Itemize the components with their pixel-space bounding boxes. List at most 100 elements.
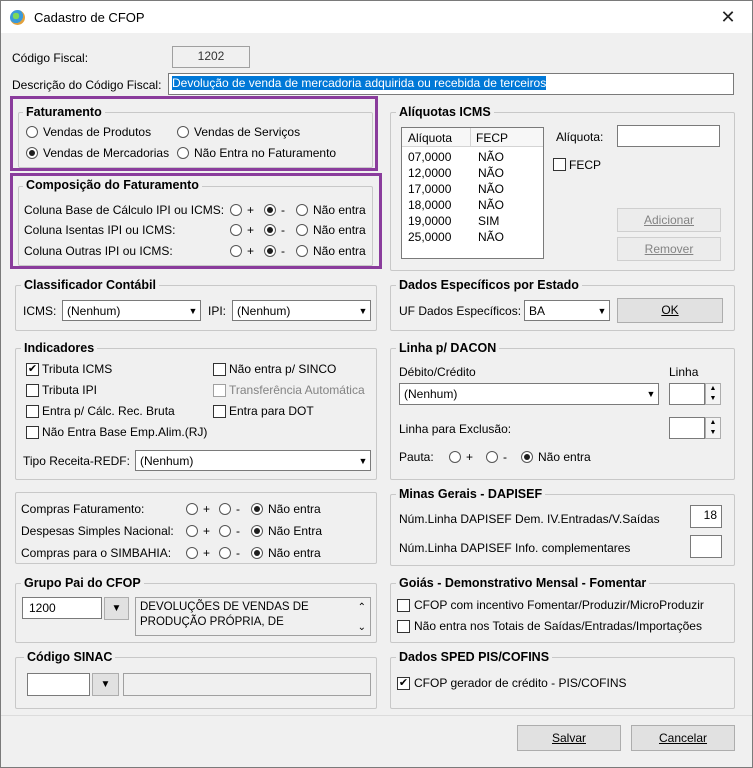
icms-label: ICMS: xyxy=(23,304,57,318)
transferencia-automatica-label: Transferência Automática xyxy=(229,383,365,397)
nao-entra-emp-alim-checkbox[interactable] xyxy=(26,426,39,439)
descricao-label: Descrição do Código Fiscal: xyxy=(12,78,162,92)
linha-spinner[interactable]: ▲ ▼ xyxy=(705,383,721,405)
minas-dem-input[interactable]: 18 xyxy=(690,505,722,528)
exclusao-spinner[interactable]: ▲ ▼ xyxy=(705,417,721,439)
pauta-none-label: Não entra xyxy=(538,450,591,464)
col-fecp[interactable]: FECP xyxy=(476,131,508,145)
debito-credito-select[interactable]: (Nenhum) ▼ xyxy=(399,383,659,405)
fecp-checkbox[interactable] xyxy=(553,158,566,171)
scroll-down-icon[interactable]: ⌄ xyxy=(358,620,366,635)
table-row[interactable]: 18,0000 xyxy=(408,198,451,212)
radio-compras-minus[interactable] xyxy=(219,503,231,515)
chevron-down-icon: ▼ xyxy=(358,306,368,316)
icms-select[interactable]: (Nenhum) ▼ xyxy=(62,300,201,321)
tipo-receita-label: Tipo Receita-REDF: xyxy=(23,454,130,468)
table-cell: NÃO xyxy=(478,230,505,244)
aliquota-label: Alíquota: xyxy=(556,130,604,144)
ipi-select[interactable]: (Nenhum) ▼ xyxy=(232,300,371,321)
tributa-ipi-label: Tributa IPI xyxy=(42,383,97,397)
minas-info-label: Núm.Linha DAPISEF Info. complementares xyxy=(399,541,631,555)
scroll-up-icon[interactable]: ⌃ xyxy=(358,600,366,615)
radio-compras-none[interactable] xyxy=(251,503,263,515)
codigo-fiscal-field[interactable]: 1202 xyxy=(172,46,250,68)
radio-pauta-none[interactable] xyxy=(521,451,533,463)
entra-rec-bruta-checkbox[interactable] xyxy=(26,405,39,418)
table-row[interactable]: 19,0000 xyxy=(408,214,451,228)
aliquota-input[interactable] xyxy=(617,125,720,147)
uf-select[interactable]: BA ▼ xyxy=(524,300,610,321)
simbahia-minus-label: - xyxy=(236,546,240,560)
tipo-receita-select[interactable]: (Nenhum) ▼ xyxy=(135,450,371,471)
entra-rec-bruta-label: Entra p/ Cálc. Rec. Bruta xyxy=(42,404,175,418)
table-row[interactable]: 07,0000 xyxy=(408,150,451,164)
grupo-pai-title: Grupo Pai do CFOP xyxy=(21,576,144,590)
grupo-pai-code-input[interactable]: 1200 xyxy=(22,597,102,619)
remover-button[interactable]: Remover xyxy=(617,237,721,261)
pauta-label: Pauta: xyxy=(399,450,434,464)
chevron-down-icon: ▼ xyxy=(597,306,607,316)
sped-credito-label: CFOP gerador de crédito - PIS/COFINS xyxy=(414,676,627,690)
minas-info-input[interactable] xyxy=(690,535,722,558)
aliquotas-header: Alíquota FECP xyxy=(402,128,543,147)
chevron-down-icon: ▼ xyxy=(111,603,122,614)
table-row[interactable]: 12,0000 xyxy=(408,166,451,180)
chevron-down-icon: ▼ xyxy=(646,389,656,399)
sinac-code-input[interactable] xyxy=(27,673,90,696)
adicionar-button[interactable]: Adicionar xyxy=(617,208,721,232)
despesas-none-label: Não Entra xyxy=(268,524,323,538)
radio-compras-plus[interactable] xyxy=(186,503,198,515)
simbahia-plus-label: + xyxy=(203,546,211,560)
radio-despesas-none[interactable] xyxy=(251,525,263,537)
goias-incentivo-label: CFOP com incentivo Fomentar/Produzir/Mic… xyxy=(414,598,704,612)
window-title: Cadastro de CFOP xyxy=(34,10,145,25)
entra-dot-label: Entra para DOT xyxy=(229,404,314,418)
radio-despesas-plus[interactable] xyxy=(186,525,198,537)
entra-dot-checkbox[interactable] xyxy=(213,405,226,418)
classificador-title: Classificador Contábil xyxy=(21,278,159,292)
ipi-label: IPI: xyxy=(208,304,227,318)
compras-none-label: Não entra xyxy=(268,502,321,516)
radio-pauta-minus[interactable] xyxy=(486,451,498,463)
aliquotas-title: Alíquotas ICMS xyxy=(396,105,494,119)
minas-group xyxy=(390,494,735,566)
compras-faturamento-label: Compras Faturamento: xyxy=(21,502,145,516)
sped-credito-checkbox[interactable]: ✔ xyxy=(397,677,410,690)
sinac-title: Código SINAC xyxy=(24,650,116,664)
table-row[interactable]: 25,0000 xyxy=(408,230,451,244)
linha-label: Linha xyxy=(669,365,699,379)
codigo-fiscal-label: Código Fiscal: xyxy=(12,51,89,65)
descricao-field[interactable]: Devolução de venda de mercadoria adquiri… xyxy=(168,73,734,95)
table-cell: NÃO xyxy=(478,150,505,164)
tributa-icms-checkbox[interactable]: ✔ xyxy=(26,363,39,376)
close-icon[interactable]: ✕ xyxy=(713,5,743,29)
salvar-button[interactable]: Salvar xyxy=(517,725,621,751)
cancelar-button[interactable]: Cancelar xyxy=(631,725,735,751)
grupo-pai-dropdown-button[interactable]: ▼ xyxy=(104,597,129,620)
compras-minus-label: - xyxy=(236,502,240,516)
radio-simbahia-none[interactable] xyxy=(251,547,263,559)
goias-nao-entra-checkbox[interactable] xyxy=(397,620,410,633)
table-cell: NÃO xyxy=(478,182,505,196)
tributa-ipi-checkbox[interactable] xyxy=(26,384,39,397)
exclusao-label: Linha para Exclusão: xyxy=(399,422,512,436)
goias-incentivo-checkbox[interactable] xyxy=(397,599,410,612)
radio-simbahia-minus[interactable] xyxy=(219,547,231,559)
transferencia-automatica-checkbox[interactable] xyxy=(213,384,226,397)
table-cell: SIM xyxy=(478,214,500,228)
table-row[interactable]: 17,0000 xyxy=(408,182,451,196)
col-aliquota[interactable]: Alíquota xyxy=(408,131,452,145)
exclusao-input[interactable] xyxy=(669,417,705,439)
compras-plus-label: + xyxy=(203,502,211,516)
radio-despesas-minus[interactable] xyxy=(219,525,231,537)
table-cell: NÃO xyxy=(478,198,505,212)
sinac-dropdown-button[interactable]: ▼ xyxy=(92,673,119,696)
radio-simbahia-plus[interactable] xyxy=(186,547,198,559)
fecp-label: FECP xyxy=(569,158,602,172)
goias-title: Goiás - Demonstrativo Mensal - Fomentar xyxy=(396,576,650,590)
nao-entra-sinco-checkbox[interactable] xyxy=(213,363,226,376)
radio-pauta-plus[interactable] xyxy=(449,451,461,463)
linha-input[interactable] xyxy=(669,383,705,405)
aliquotas-table[interactable]: Alíquota FECP 07,0000 NÃO 12,0000 NÃO 17… xyxy=(401,127,544,259)
ok-button[interactable]: OK xyxy=(617,298,723,323)
